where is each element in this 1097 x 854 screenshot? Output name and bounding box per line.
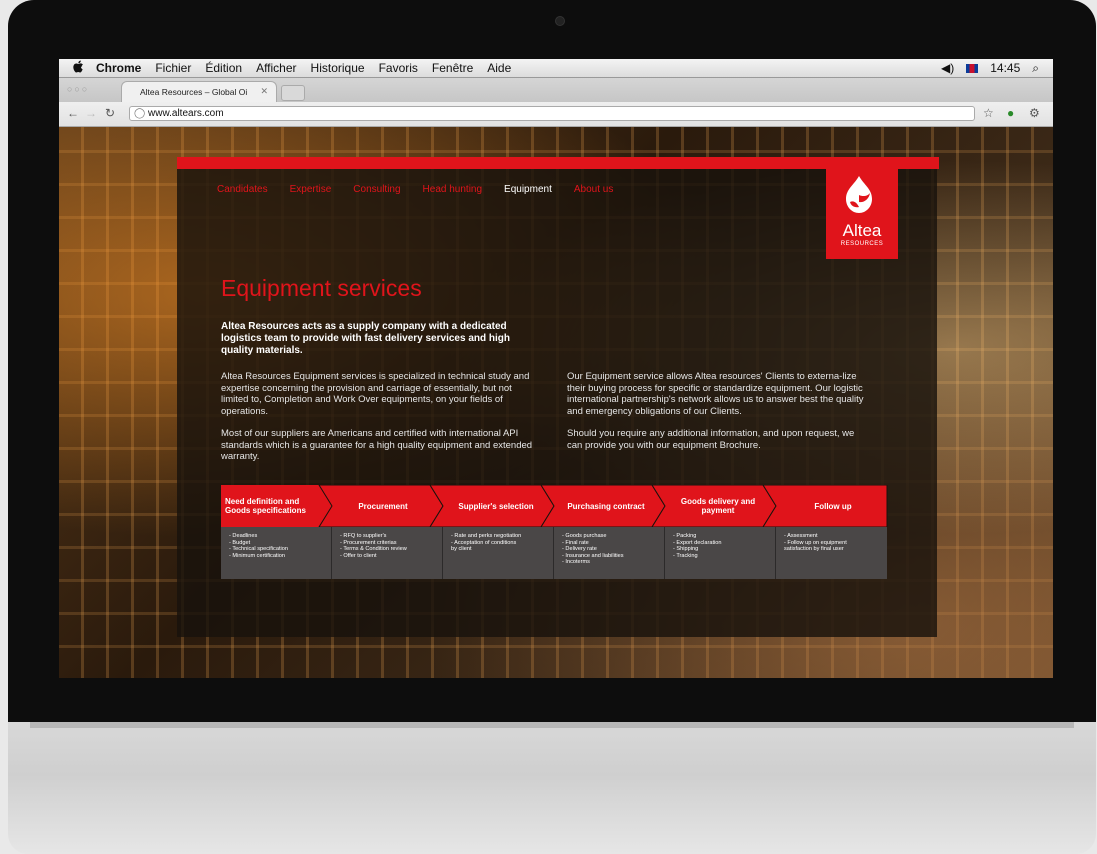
detail-line: - Offer to client	[340, 552, 377, 559]
menu-chrome[interactable]: Chrome	[96, 61, 141, 75]
step-label: Need definition and Goods specifications	[225, 497, 306, 515]
detail-line: - Shipping	[673, 546, 699, 553]
menu-fichier[interactable]: Fichier	[155, 61, 191, 75]
menubar-status: ◀) 14:45 ⌕	[941, 61, 1053, 76]
apple-icon[interactable]	[73, 60, 84, 76]
altea-logo[interactable]: Altea RESOURCES	[826, 167, 898, 259]
detail-line: - Procurement criterias	[340, 539, 397, 546]
logo-name: Altea	[842, 221, 882, 240]
extension-icon[interactable]: ●	[1007, 106, 1014, 120]
step-details: - Rate and perks negotiation - Acceptati…	[443, 527, 554, 579]
logo-subtitle: RESOURCES	[840, 241, 884, 247]
wrench-icon[interactable]: ⚙	[1029, 106, 1040, 120]
bookmark-star-icon[interactable]: ☆	[983, 106, 994, 120]
paragraph: Altea Resources Equipment services is sp…	[221, 371, 530, 417]
nav-equipment[interactable]: Equipment	[504, 184, 552, 195]
new-tab-button[interactable]	[281, 85, 305, 101]
url-text: www.altears.com	[148, 108, 224, 119]
detail-line: - Assessment	[784, 533, 818, 539]
menu-afficher[interactable]: Afficher	[256, 61, 296, 75]
imac-chin	[8, 722, 1096, 854]
detail-line: - RFQ to supplier's	[340, 533, 387, 539]
detail-line: - Incoterms	[562, 559, 590, 566]
step-label: Purchasing contract	[567, 501, 645, 511]
screen: Chrome Fichier Édition Afficher Historiq…	[59, 59, 1053, 678]
lead-paragraph: Altea Resources acts as a supply company…	[221, 321, 510, 356]
menu-favoris[interactable]: Favoris	[379, 61, 418, 75]
step-label: Supplier's selection	[458, 501, 534, 511]
nav-candidates[interactable]: Candidates	[217, 184, 268, 195]
detail-line: - Final rate	[562, 539, 589, 546]
detail-line: by client	[451, 546, 472, 553]
detail-line: - Goods purchase	[562, 533, 607, 539]
paragraph: Our Equipment service allows Altea resou…	[567, 371, 864, 417]
site-nav: Candidates Expertise Consulting Head hun…	[217, 184, 613, 195]
volume-icon[interactable]: ◀)	[941, 61, 954, 75]
browser-tab[interactable]: Altea Resources – Global Oi ✕	[121, 81, 277, 102]
step-details: - Packing - Export declaration - Shippin…	[665, 527, 776, 579]
detail-line: - Deadlines	[229, 533, 258, 539]
browser-toolbar: ← → ↻ ◯ www.altears.com ☆ ● ⚙	[59, 102, 1053, 127]
detail-line: - Rate and perks negotiation	[451, 533, 522, 539]
step-label: Goods delivery and payment	[680, 497, 756, 515]
top-red-bar	[177, 157, 939, 169]
tab-title: Altea Resources – Global Oi	[140, 87, 248, 97]
detail-line: - Technical specification	[229, 546, 288, 553]
page-icon: ◯	[134, 108, 146, 119]
spotlight-search-icon[interactable]: ⌕	[1032, 61, 1039, 76]
detail-line: - Export declaration	[673, 539, 722, 546]
detail-line: - Budget	[229, 539, 251, 546]
detail-line: - Acceptation of conditions	[451, 539, 517, 546]
flag-icon[interactable]	[966, 63, 979, 73]
process-details: - Deadlines - Budget - Technical specifi…	[221, 527, 887, 579]
step-details: - RFQ to supplier's - Procurement criter…	[332, 527, 443, 579]
logo-drop-icon	[846, 176, 872, 213]
menu-historique[interactable]: Historique	[311, 61, 365, 75]
webpage: Altea RESOURCES Candidates Expertise Con…	[59, 127, 1053, 678]
paragraph: Most of our suppliers are Americans and …	[221, 428, 533, 462]
tab-strip: ○○○ Altea Resources – Global Oi ✕	[59, 78, 1053, 102]
paragraph: Should you require any additional inform…	[567, 428, 855, 451]
close-tab-icon[interactable]: ✕	[260, 86, 268, 97]
body-column-left: Altea Resources Equipment services is sp…	[221, 371, 539, 474]
process-steps: Need definition and Goods specifications…	[221, 485, 889, 527]
chin-shadow	[30, 722, 1074, 728]
menu-aide[interactable]: Aide	[487, 61, 511, 75]
nav-head-hunting[interactable]: Head hunting	[423, 184, 483, 195]
step-details: - Goods purchase - Final rate - Delivery…	[554, 527, 665, 579]
camera	[555, 16, 565, 26]
body-column-right: Our Equipment service allows Altea resou…	[567, 371, 867, 462]
detail-line: - Follow up on equipment	[784, 539, 847, 546]
mac-menubar: Chrome Fichier Édition Afficher Historiq…	[59, 59, 1053, 78]
nav-consulting[interactable]: Consulting	[353, 184, 400, 195]
window-controls-icon[interactable]: ○○○	[67, 84, 89, 94]
page-title: Equipment services	[221, 275, 422, 301]
forward-icon[interactable]: →	[85, 106, 97, 120]
back-icon[interactable]: ←	[67, 106, 79, 120]
detail-line: - Delivery rate	[562, 546, 597, 553]
address-bar[interactable]: ◯ www.altears.com	[129, 106, 975, 121]
menu-edition[interactable]: Édition	[205, 61, 242, 75]
detail-line: satisfaction by final user	[784, 546, 844, 553]
nav-expertise[interactable]: Expertise	[290, 184, 332, 195]
detail-line: - Insurance and liabilities	[562, 552, 624, 559]
detail-line: - Minimum certification	[229, 552, 285, 559]
detail-line: - Terms & Condition review	[340, 546, 407, 553]
nav-about-us[interactable]: About us	[574, 184, 613, 195]
menu-fenetre[interactable]: Fenêtre	[432, 61, 473, 75]
step-details: - Assessment - Follow up on equipment sa…	[776, 527, 887, 579]
detail-line: - Packing	[673, 533, 697, 539]
clock[interactable]: 14:45	[990, 61, 1020, 75]
step-label: Follow up	[814, 501, 852, 511]
step-label: Procurement	[358, 501, 408, 511]
detail-line: - Tracking	[673, 552, 698, 559]
reload-icon[interactable]: ↻	[105, 106, 115, 120]
step-details: - Deadlines - Budget - Technical specifi…	[221, 527, 332, 579]
